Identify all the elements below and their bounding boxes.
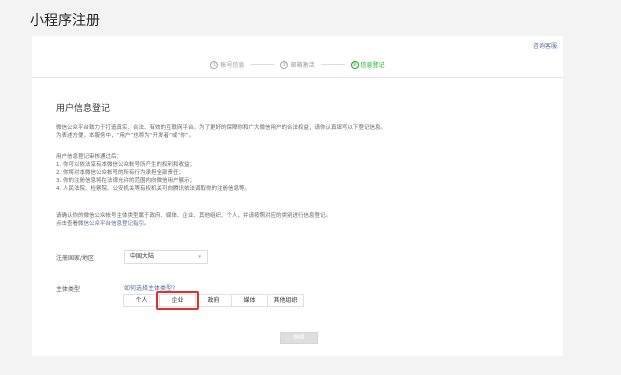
rules-line: 3. 你的注册信息将在法律允许的范围内向微信用户展示； xyxy=(56,178,195,184)
step-number-icon: ① xyxy=(210,60,219,69)
rules-line: 1. 你可以依法享有本微信公众帐号所产生的权利和收益； xyxy=(56,162,195,168)
rules-text: 用户信息登记审核通过后： 1. 你可以依法享有本微信公众帐号所产生的权利和收益；… xyxy=(56,153,536,193)
rules-line: 用户信息登记审核通过后： xyxy=(56,154,123,160)
step-label: 邮箱激活 xyxy=(290,62,315,69)
region-label: 注册国家/地区 xyxy=(56,255,95,262)
intro-text: 微信公众平台致力于打造真实、合法、有效的互联网平台。为了更好的保障你和广大微信用… xyxy=(56,124,536,140)
type-option-enterprise[interactable]: 企业 xyxy=(156,291,199,310)
entity-type-group: 个人 企业 政府 媒体 其他组织 xyxy=(123,291,304,310)
rules-line: 2. 你将对本微信公众帐号的所有行为承担全部责任； xyxy=(56,170,184,176)
step-label: 帐号信息 xyxy=(220,62,245,69)
page-title: 小程序注册 xyxy=(30,13,100,29)
notice-text: 请确认你的微信公众帐号主体类型属于政府、媒体、企业、其他组织、个人，并请按照对应… xyxy=(56,212,536,228)
registration-card: 咨询客服 ① 帐号信息 ② 邮箱激活 ③ 信息登记 用户信息登记 微信公众平台致… xyxy=(32,36,563,356)
registration-guide-link[interactable]: 微信公众平台信息登记指引 xyxy=(78,221,144,227)
notice-suffix: 。 xyxy=(144,221,150,227)
header-divider xyxy=(32,77,563,78)
step-account-info: ① 帐号信息 xyxy=(210,60,244,69)
region-value: 中国大陆 xyxy=(130,253,155,260)
step-connector xyxy=(250,64,275,65)
step-info-registration: ③ 信息登记 xyxy=(350,60,385,69)
type-option-individual[interactable]: 个人 xyxy=(123,294,160,307)
step-connector xyxy=(320,64,345,65)
notice-prefix: 点击查看 xyxy=(56,221,79,227)
type-option-media[interactable]: 媒体 xyxy=(231,294,268,307)
intro-line: 微信公众平台致力于打造真实、合法、有效的互联网平台。为了更好的保障你和广大微信用… xyxy=(56,125,387,131)
notice-line: 点击查看微信公众平台信息登记指引。 xyxy=(56,220,536,228)
entity-type-label: 主体类型 xyxy=(56,286,81,293)
type-option-government[interactable]: 政府 xyxy=(195,294,232,307)
progress-steps: ① 帐号信息 ② 邮箱激活 ③ 信息登记 xyxy=(32,60,563,69)
step-label: 信息登记 xyxy=(360,62,385,69)
step-number-icon: ③ xyxy=(350,60,359,69)
region-select[interactable]: 中国大陆 ▾ xyxy=(124,250,208,264)
notice-line: 请确认你的微信公众帐号主体类型属于政府、媒体、企业、其他组织、个人，并请按照对应… xyxy=(56,213,332,219)
step-number-icon: ② xyxy=(280,60,289,69)
rules-line: 4. 人民法院、检察院、公安机关等有权机关可向腾讯依法调取你的注册信息等。 xyxy=(56,186,250,192)
continue-button[interactable]: 继续 xyxy=(280,332,318,344)
intro-line: 为表述方便，本服务中，“用户”也称为“开发者”或“你”。 xyxy=(56,133,195,139)
section-title: 用户信息登记 xyxy=(56,104,111,114)
caret-down-icon: ▾ xyxy=(198,254,201,260)
step-email-activation: ② 邮箱激活 xyxy=(280,60,315,69)
type-option-other-org[interactable]: 其他组织 xyxy=(267,294,304,307)
customer-service-link[interactable]: 咨询客服 xyxy=(533,41,557,50)
